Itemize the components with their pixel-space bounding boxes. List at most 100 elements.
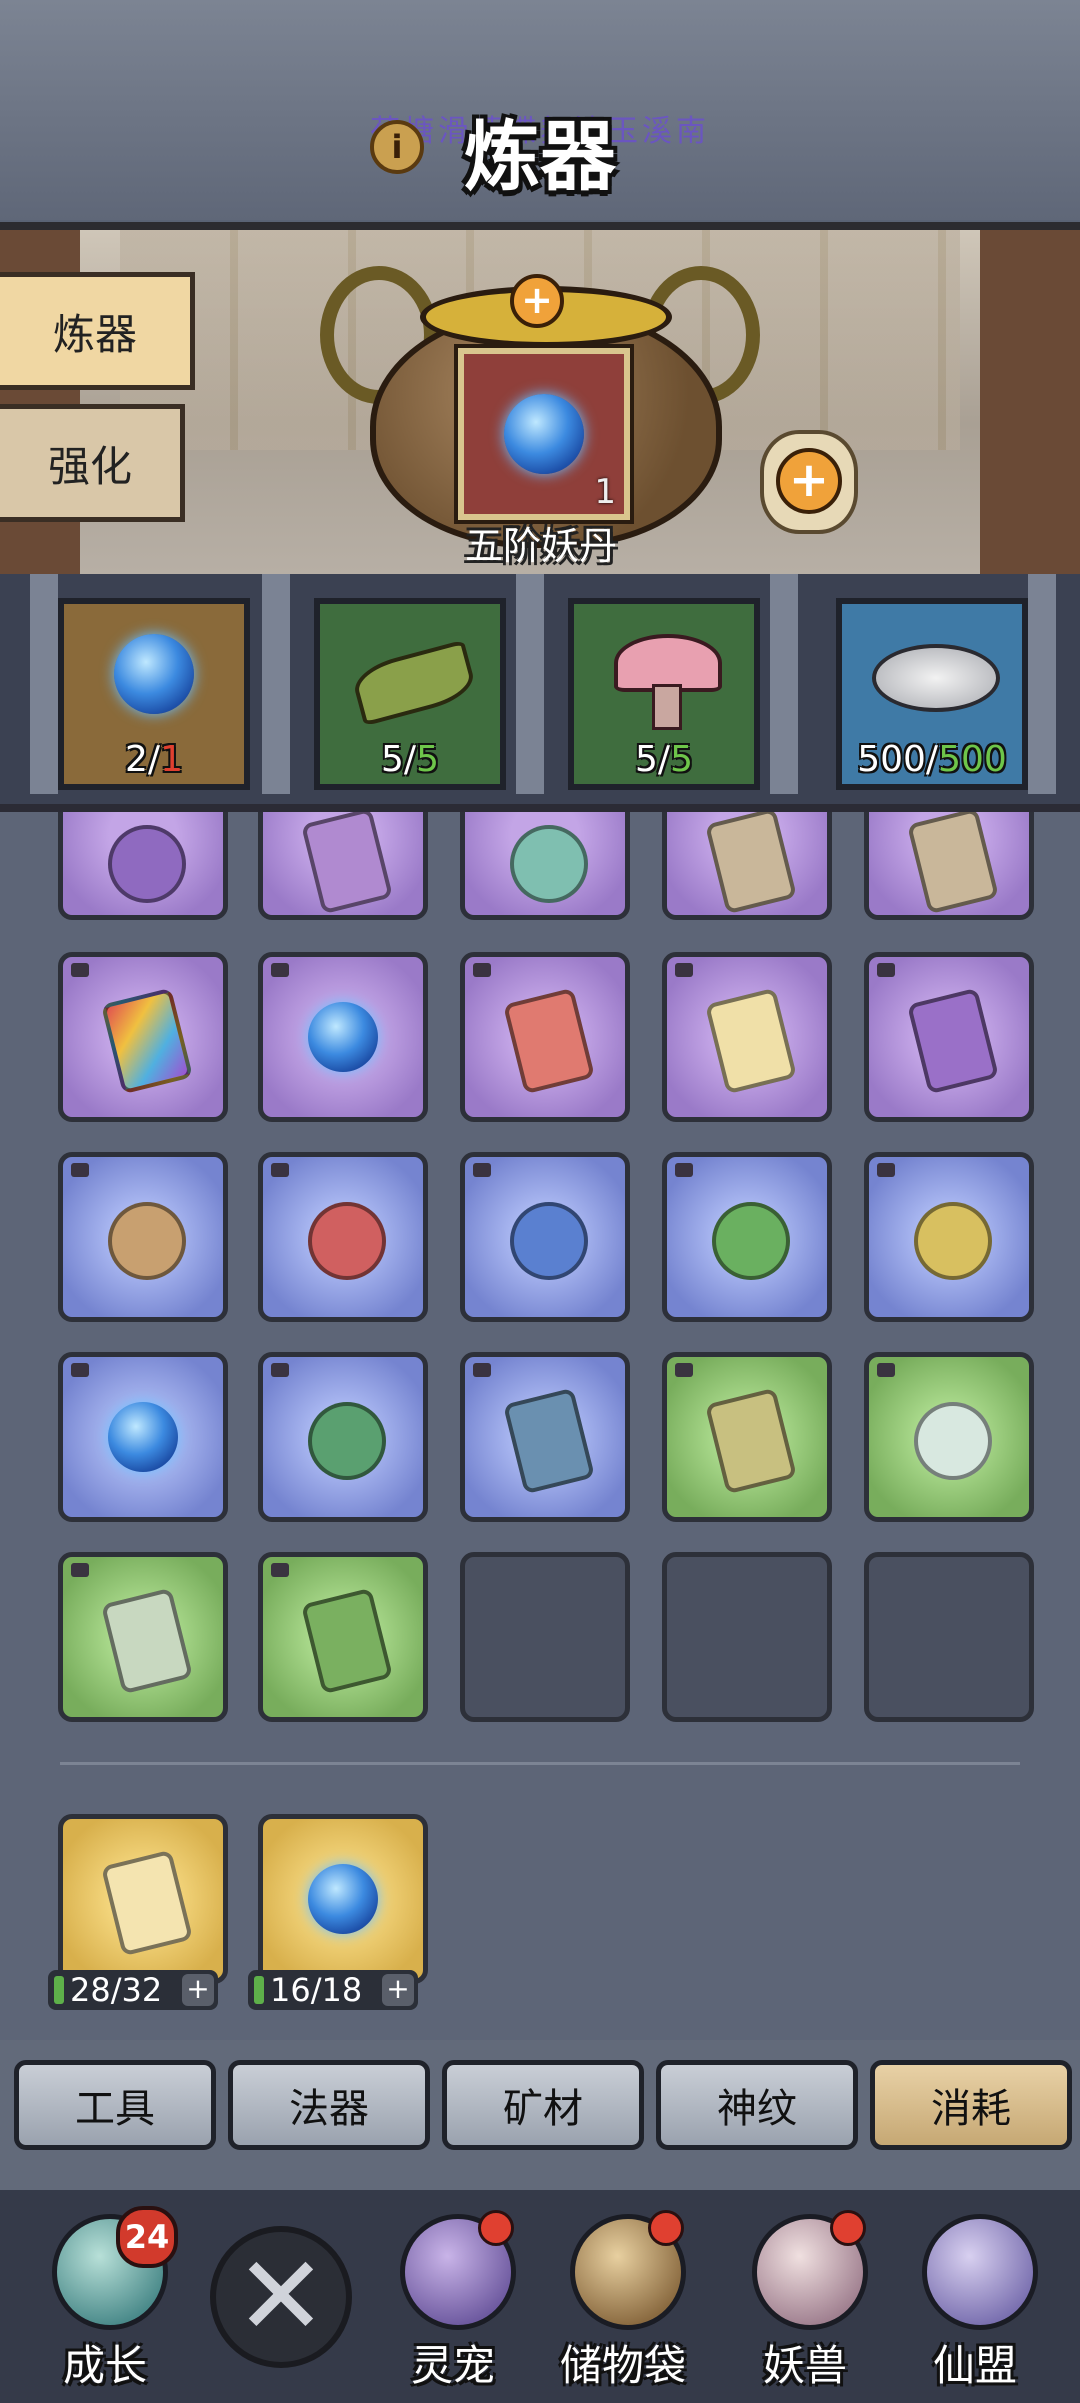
nav-alliance[interactable]: 仙盟: [900, 2210, 1050, 2390]
blue-orb-icon: [308, 1864, 378, 1934]
blue-scroll-icon: [502, 1387, 596, 1495]
tab-runes[interactable]: 神纹: [656, 2060, 858, 2150]
material-slot[interactable]: 2/1: [58, 598, 250, 790]
inventory-item[interactable]: [662, 952, 832, 1122]
inventory-item[interactable]: [662, 812, 832, 920]
header: 荷塘滑落蝶舞漆玉溪南 i 炼器: [0, 0, 1080, 220]
tab-refine[interactable]: 炼器: [0, 272, 195, 390]
gold-scroll-icon: [100, 1849, 194, 1957]
lock-icon: [675, 1363, 693, 1377]
consumable-item[interactable]: [258, 1814, 428, 1984]
pouch-icon[interactable]: +: [760, 430, 858, 534]
pillar: [980, 230, 1080, 582]
inventory-item[interactable]: [864, 1352, 1034, 1522]
lock-icon: [271, 1563, 289, 1577]
inventory-item[interactable]: [864, 812, 1034, 920]
material-slot[interactable]: 500/500: [836, 598, 1028, 790]
lock-icon: [271, 1163, 289, 1177]
inventory-item[interactable]: [58, 952, 228, 1122]
lock-icon: [877, 963, 895, 977]
lock-icon: [675, 1163, 693, 1177]
nav-label: 妖兽: [762, 2341, 847, 2390]
consumable-item[interactable]: [58, 1814, 228, 1984]
inventory-item[interactable]: [460, 1352, 630, 1522]
blue-orb-icon: [108, 1402, 178, 1472]
blue-orb-icon: [308, 1002, 378, 1072]
add-quantity-button[interactable]: +: [382, 1974, 414, 2006]
spirit-flower-icon: [914, 1402, 992, 1480]
nav-label: 仙盟: [932, 2341, 1017, 2390]
nav-growth[interactable]: 24 成长: [30, 2206, 180, 2390]
item-quantity: 28/32 +: [48, 1970, 218, 2010]
inventory-item[interactable]: [662, 1352, 832, 1522]
item-quantity: 16/18 +: [248, 1970, 418, 2010]
empty-slot[interactable]: [460, 1552, 630, 1722]
inventory-grid: 28/32 + 16/18 +: [0, 812, 1080, 2052]
alliance-icon: [922, 2214, 1038, 2330]
nav-pet[interactable]: 灵宠: [378, 2210, 528, 2390]
inventory-item[interactable]: [864, 1152, 1034, 1322]
nav-beasts[interactable]: 妖兽: [730, 2210, 880, 2390]
material-slot[interactable]: 5/5: [314, 598, 506, 790]
earth-rune-icon: [108, 1202, 186, 1280]
blue-orb-icon: [114, 634, 194, 714]
lock-icon: [473, 963, 491, 977]
cauldron-item-slot[interactable]: 1: [458, 348, 630, 520]
material-count: 2/1: [125, 739, 183, 780]
quantity-bar: [254, 1976, 264, 2004]
pillar: [262, 574, 290, 794]
add-icon: +: [776, 448, 842, 514]
lock-icon: [71, 963, 89, 977]
herb-icon: [349, 639, 479, 727]
inventory-item[interactable]: [460, 952, 630, 1122]
nav-label: 灵宠: [410, 2341, 495, 2390]
inventory-item[interactable]: [864, 952, 1034, 1122]
inventory-item[interactable]: [58, 812, 228, 920]
silver-ingot-icon: [872, 644, 1000, 712]
notification-dot: [478, 2210, 514, 2246]
tab-enhance[interactable]: 强化: [0, 404, 185, 522]
inventory-item[interactable]: [258, 1152, 428, 1322]
pillar: [30, 574, 58, 794]
page-title: 炼器: [464, 112, 616, 201]
inventory-item[interactable]: [460, 1152, 630, 1322]
category-tabs: 工具 法器 矿材 神纹 消耗: [0, 2040, 1080, 2190]
inventory-item[interactable]: [662, 1152, 832, 1322]
section-divider: [60, 1762, 1020, 1765]
rainbow-charm-icon: [100, 987, 194, 1095]
empty-slot[interactable]: [864, 1552, 1034, 1722]
inventory-item[interactable]: [258, 812, 428, 920]
material-slot[interactable]: 5/5: [568, 598, 760, 790]
water-rune-icon: [510, 1202, 588, 1280]
wood-rune-icon: [712, 1202, 790, 1280]
talisman-icon: [300, 812, 394, 915]
lock-icon: [675, 963, 693, 977]
purple-scroll-icon: [906, 987, 1000, 1095]
inventory-item[interactable]: [258, 952, 428, 1122]
inventory-item[interactable]: [460, 812, 630, 920]
pillar: [516, 574, 544, 794]
paper-scroll-icon: [704, 987, 798, 1095]
lock-icon: [473, 1163, 491, 1177]
inventory-item[interactable]: [258, 1552, 428, 1722]
tab-artifacts[interactable]: 法器: [228, 2060, 430, 2150]
cauldron-item-name: 五阶妖丹: [464, 524, 617, 568]
hook-icon: [510, 825, 588, 903]
green-orb-icon: [308, 1402, 386, 1480]
inventory-item[interactable]: [58, 1152, 228, 1322]
cauldron-add-icon[interactable]: +: [510, 274, 564, 328]
tab-ores[interactable]: 矿材: [442, 2060, 644, 2150]
tab-consumables[interactable]: 消耗: [870, 2060, 1072, 2150]
metal-rune-icon: [914, 1202, 992, 1280]
notification-dot: [830, 2210, 866, 2246]
close-button[interactable]: ✕: [210, 2226, 352, 2368]
inventory-item[interactable]: [58, 1552, 228, 1722]
inventory-item[interactable]: [58, 1352, 228, 1522]
inventory-item[interactable]: [258, 1352, 428, 1522]
add-quantity-button[interactable]: +: [182, 1974, 214, 2006]
pillar: [1028, 574, 1056, 794]
tab-tools[interactable]: 工具: [14, 2060, 216, 2150]
empty-slot[interactable]: [662, 1552, 832, 1722]
nav-storage-bag[interactable]: 储物袋: [548, 2210, 698, 2390]
jade-scroll-icon: [704, 1387, 798, 1495]
